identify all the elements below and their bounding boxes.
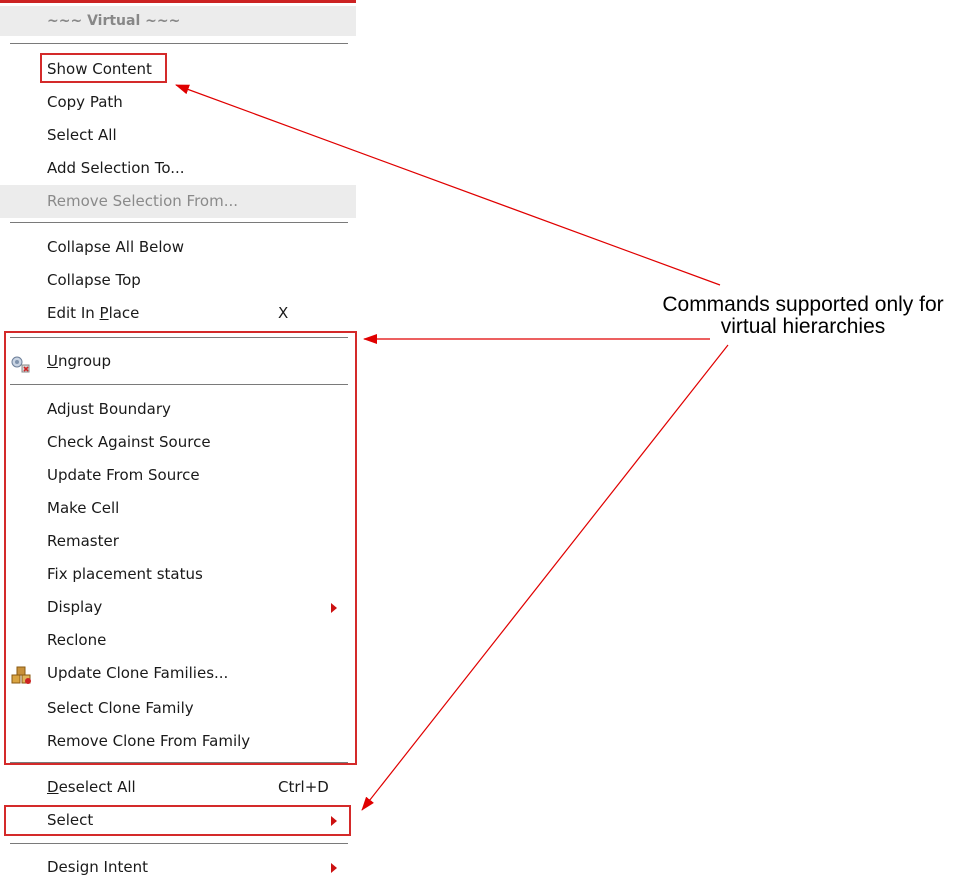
annotation-callout: Commands supported only for virtual hier… bbox=[630, 294, 976, 338]
arrow-to-show-content bbox=[175, 84, 721, 286]
callout-line-1: Commands supported only for bbox=[662, 293, 944, 316]
annotation-arrows bbox=[175, 84, 729, 811]
callout-line-2: virtual hierarchies bbox=[720, 315, 886, 338]
arrow-to-select bbox=[361, 344, 729, 811]
